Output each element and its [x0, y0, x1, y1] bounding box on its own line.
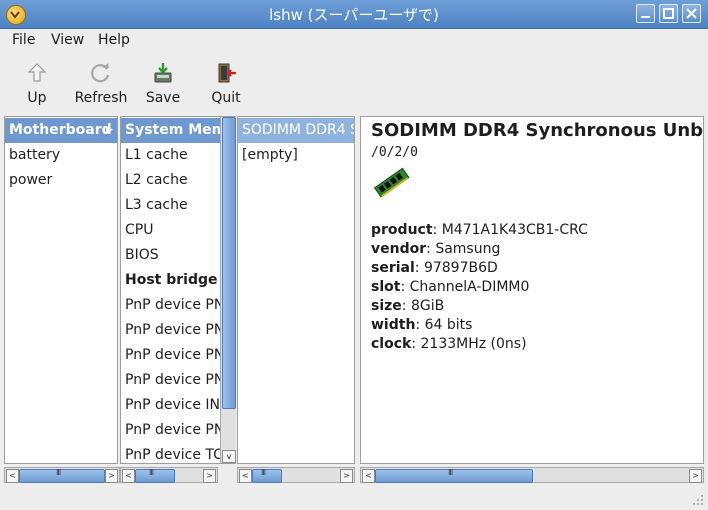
- device-path: /0/2/0: [371, 145, 418, 160]
- scroll-left-arrow-icon[interactable]: <: [239, 469, 252, 483]
- quit-icon: [218, 63, 236, 83]
- resize-grip-icon[interactable]: [692, 494, 704, 506]
- device-column-3: SODIMM DDR4 S [empty]: [237, 116, 355, 464]
- expand-arrow-icon: ▶: [106, 125, 113, 135]
- prop-size: size: 8GiB: [371, 298, 445, 314]
- column-3-hscrollbar[interactable]: < III >: [237, 467, 355, 483]
- refresh-button[interactable]: Refresh: [72, 59, 130, 113]
- quit-button[interactable]: Quit: [204, 59, 248, 113]
- up-button[interactable]: Up: [12, 59, 62, 113]
- menu-file[interactable]: File: [12, 32, 35, 48]
- scroll-right-arrow-icon[interactable]: >: [340, 469, 353, 483]
- column-2-vscrollbar[interactable]: v: [220, 117, 236, 463]
- scroll-right-arrow-icon[interactable]: >: [203, 469, 216, 483]
- status-bar: [0, 486, 708, 510]
- quit-label: Quit: [211, 90, 241, 106]
- list-item[interactable]: CPU: [121, 218, 235, 243]
- list-item[interactable]: Host bridge: [121, 268, 235, 293]
- title-bar: lshw (スーパーユーザで): [0, 0, 708, 29]
- up-label: Up: [27, 90, 47, 106]
- scroll-thumb[interactable]: III: [19, 468, 105, 483]
- device-title: SODIMM DDR4 Synchronous Unbuffe: [371, 120, 704, 141]
- prop-product: product: M471A1K43CB1-CRC: [371, 222, 588, 238]
- prop-clock: clock: 2133MHz (0ns): [371, 336, 527, 352]
- menu-view[interactable]: View: [51, 32, 84, 48]
- scroll-right-arrow-icon[interactable]: >: [689, 469, 702, 483]
- list-item[interactable]: PnP device PN: [121, 368, 235, 393]
- menu-bar: File View Help: [0, 29, 708, 53]
- scroll-thumb[interactable]: III: [252, 468, 282, 483]
- list-item-battery[interactable]: battery: [5, 143, 117, 168]
- save-label: Save: [145, 90, 181, 106]
- close-button[interactable]: [682, 4, 701, 23]
- scroll-thumb[interactable]: [222, 117, 236, 409]
- list-item[interactable]: BIOS: [121, 243, 235, 268]
- menu-help[interactable]: Help: [98, 32, 130, 48]
- save-icon: [154, 63, 172, 83]
- window-title: lshw (スーパーユーザで): [269, 6, 439, 24]
- list-item[interactable]: PnP device PN: [121, 293, 235, 318]
- list-item[interactable]: L3 cache: [121, 193, 235, 218]
- detail-hscrollbar[interactable]: < III >: [360, 467, 704, 483]
- up-arrow-icon: [27, 63, 47, 82]
- scroll-left-arrow-icon[interactable]: <: [6, 469, 19, 483]
- minimize-button[interactable]: [636, 4, 655, 23]
- list-item[interactable]: PnP device PN: [121, 343, 235, 368]
- scroll-right-arrow-icon[interactable]: >: [105, 469, 118, 483]
- list-item[interactable]: PnP device PN: [121, 418, 235, 443]
- memory-module-icon: [373, 167, 410, 198]
- refresh-label: Refresh: [74, 90, 128, 106]
- scroll-thumb[interactable]: III: [375, 468, 533, 483]
- list-item[interactable]: PnP device TC: [121, 443, 235, 463]
- list-item[interactable]: L1 cache: [121, 143, 235, 168]
- detail-pane: SODIMM DDR4 Synchronous Unbuffe /0/2/0 p…: [360, 116, 704, 464]
- prop-serial: serial: 97897B6D: [371, 260, 498, 276]
- column-2-hscrollbar[interactable]: < III >: [120, 467, 218, 483]
- column-1-hscrollbar[interactable]: < III >: [4, 467, 120, 483]
- scroll-down-arrow-icon[interactable]: v: [222, 450, 236, 463]
- prop-width: width: 64 bits: [371, 317, 473, 333]
- prop-slot: slot: ChannelA-DIMM0: [371, 279, 530, 295]
- list-item-system-memory[interactable]: System Memo: [121, 118, 220, 143]
- list-item-motherboard[interactable]: Motherboard ▶: [5, 118, 117, 143]
- scroll-left-arrow-icon[interactable]: <: [122, 469, 135, 483]
- device-column-1: Motherboard ▶ battery power: [4, 116, 118, 464]
- scroll-left-arrow-icon[interactable]: <: [362, 469, 375, 483]
- refresh-icon: [91, 63, 110, 83]
- list-item[interactable]: L2 cache: [121, 168, 235, 193]
- save-button[interactable]: Save: [140, 59, 186, 113]
- list-item-label: Motherboard: [9, 122, 112, 138]
- list-item-sodimm[interactable]: SODIMM DDR4 S: [238, 118, 354, 143]
- list-item[interactable]: PnP device INT: [121, 393, 235, 418]
- prop-vendor: vendor: Samsung: [371, 241, 501, 257]
- scroll-thumb[interactable]: III: [135, 468, 175, 483]
- maximize-button[interactable]: [659, 4, 678, 23]
- device-column-2: System Memo L1 cache L2 cache L3 cache C…: [120, 116, 236, 464]
- list-item-power[interactable]: power: [5, 168, 117, 193]
- toolbar: Up Refresh Save Quit: [0, 55, 708, 115]
- list-item-empty[interactable]: [empty]: [238, 143, 354, 168]
- list-item[interactable]: PnP device PN: [121, 318, 235, 343]
